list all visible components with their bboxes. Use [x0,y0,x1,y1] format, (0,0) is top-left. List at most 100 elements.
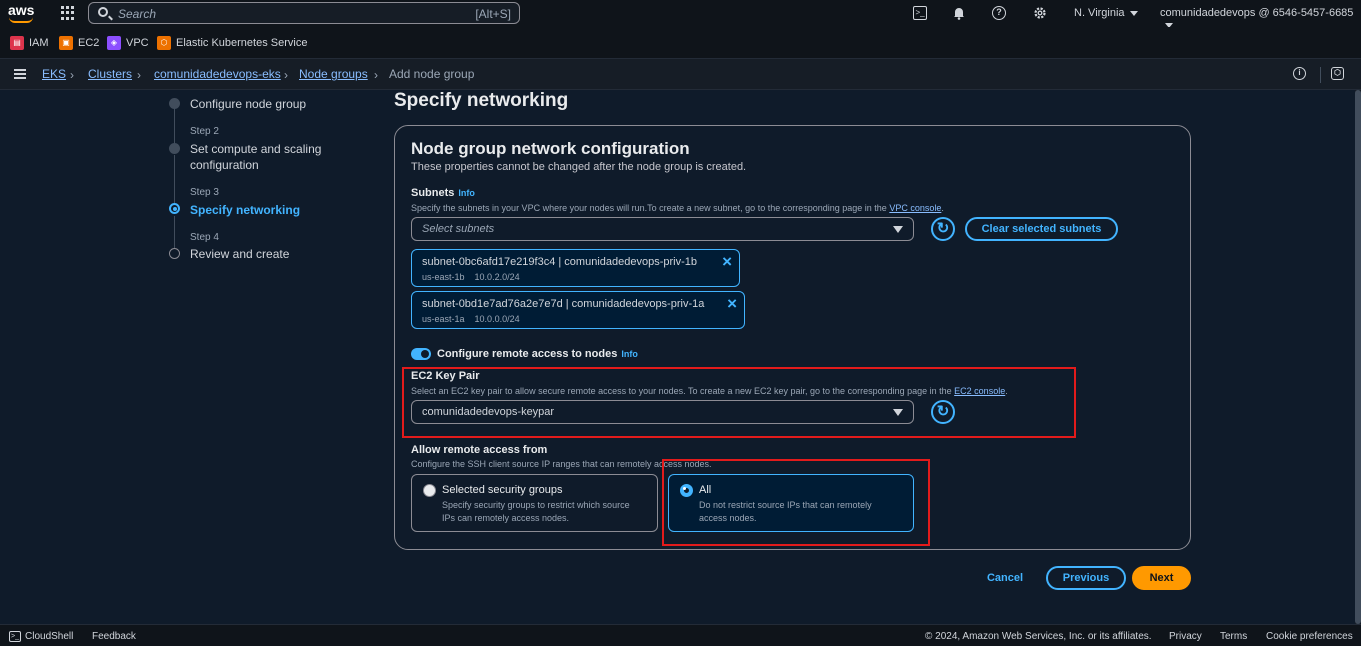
refresh-icon: ↻ [936,220,950,237]
chevron-right-icon: › [284,68,288,82]
close-icon[interactable]: × [722,252,732,272]
info-icon[interactable]: i [1293,67,1306,80]
menu-icon[interactable] [14,69,26,79]
scrollbar[interactable] [1355,90,1361,624]
remote-access-info-link[interactable]: Info [621,349,638,359]
favorite-iam[interactable]: ▤ IAM [10,36,49,50]
privacy-link[interactable]: Privacy [1169,631,1202,642]
subnets-description: Specify the subnets in your VPC where yo… [411,203,944,213]
subnet-details: us-east-1a 10.0.0.0/24 [422,314,520,324]
highlight-box [402,367,1076,438]
search-placeholder: Search [118,7,157,21]
chevron-down-icon [1129,10,1138,16]
copyright: © 2024, Amazon Web Services, Inc. or its… [925,631,1152,642]
option-description: Specify security groups to restrict whic… [442,500,630,523]
step-3-number: Step 3 [190,187,219,198]
subnets-label: Subnets Info [411,187,475,199]
selected-security-groups-option[interactable]: Selected security groups Specify securit… [411,474,658,532]
breadcrumb-eks[interactable]: EKS [42,67,66,81]
breadcrumb-current: Add node group [389,67,475,81]
cookie-preferences-link[interactable]: Cookie preferences [1266,631,1353,642]
radio-button[interactable] [423,484,436,497]
favorite-label: Elastic Kubernetes Service [176,37,308,49]
refresh-subnets-button[interactable]: ↻ [931,217,955,241]
feedback-link[interactable]: Feedback [92,631,136,642]
chevron-right-icon: › [137,68,141,82]
breadcrumb-clusters[interactable]: Clusters [88,67,132,81]
footer-bar: >_ CloudShell Feedback © 2024, Amazon We… [0,624,1361,646]
region-selector[interactable]: N. Virginia [1074,7,1138,19]
breadcrumb-cluster-name[interactable]: comunidadedevops-eks [154,67,281,81]
subnet-token: subnet-0bd1e7ad76a2e7e7d | comunidadedev… [411,291,745,329]
favorite-ec2[interactable]: ▣ EC2 [59,36,99,50]
step-4-title: Review and create [190,247,290,261]
chevron-right-icon: › [374,68,378,82]
breadcrumb: EKS › Clusters › comunidadedevops-eks › … [0,59,1361,90]
favorite-eks[interactable]: ⬡ Elastic Kubernetes Service [157,36,307,50]
aws-logo-text: aws [8,2,35,18]
subnets-select[interactable]: Select subnets [411,217,914,241]
terms-link[interactable]: Terms [1220,631,1247,642]
subnet-cidr: 10.0.0.0/24 [474,314,520,324]
clear-subnets-button[interactable]: Clear selected subnets [965,217,1118,241]
allow-access-label: Allow remote access from [411,444,548,456]
card-description: These properties cannot be changed after… [411,161,747,173]
eks-icon: ⬡ [157,36,171,50]
step-1-indicator [169,98,180,109]
divider [1320,67,1321,83]
card-title: Node group network configuration [411,139,690,158]
previous-button[interactable]: Previous [1046,566,1126,590]
step-4-indicator [169,248,180,259]
subnets-placeholder: Select subnets [422,223,495,235]
subnets-label-text: Subnets [411,187,455,199]
top-navigation-bar: aws Search [Alt+S] >_ ? N. Virginia comu… [0,0,1361,28]
services-menu-icon[interactable] [61,6,75,20]
cloudshell-link[interactable]: CloudShell [25,631,73,642]
settings-hex-icon[interactable]: ⬡ [1331,67,1344,80]
gear-icon[interactable] [1033,6,1047,20]
subnets-desc-text: Specify the subnets in your VPC where yo… [411,203,887,213]
step-1-title[interactable]: Configure node group [190,96,350,112]
step-2-title[interactable]: Set compute and scaling configuration [190,141,350,173]
favorite-label: IAM [29,37,49,49]
aws-logo[interactable]: aws [8,3,38,25]
region-label: N. Virginia [1074,7,1125,19]
subnet-details: us-east-1b 10.0.2.0/24 [422,272,520,282]
favorite-label: EC2 [78,37,100,49]
search-icon [98,7,108,17]
chevron-right-icon: › [70,68,74,82]
close-icon[interactable]: × [727,294,737,314]
search-input[interactable]: Search [Alt+S] [88,2,520,24]
next-button[interactable]: Next [1132,566,1191,590]
remote-access-label: Configure remote access to nodes Info [437,348,638,360]
subnets-info-link[interactable]: Info [458,188,475,198]
subnet-token: subnet-0bc6afd17e219f3c4 | comunidadedev… [411,249,740,287]
step-4-number: Step 4 [190,232,219,243]
step-2-indicator [169,143,180,154]
subnet-az: us-east-1b [422,272,465,282]
favorite-label: VPC [126,37,149,49]
vpc-console-link[interactable]: VPC console [889,203,941,213]
dropdown-caret-icon [893,226,903,233]
ec2-icon: ▣ [59,36,73,50]
search-shortcut: [Alt+S] [475,7,511,21]
iam-icon: ▤ [10,36,24,50]
cloudshell-icon[interactable]: >_ [9,631,21,642]
cloudshell-icon[interactable]: >_ [913,6,927,20]
option-title: Selected security groups [442,484,563,496]
cancel-button[interactable]: Cancel [979,566,1031,590]
period: . [941,203,944,213]
step-3-indicator [169,203,180,214]
subnet-cidr: 10.0.2.0/24 [474,272,520,282]
vpc-icon: ◈ [107,36,121,50]
account-label: comunidadedevops @ 6546-5457-6685 [1160,7,1354,19]
remote-access-toggle[interactable] [411,348,431,360]
subnet-name: subnet-0bd1e7ad76a2e7e7d | comunidadedev… [422,298,705,310]
breadcrumb-node-groups[interactable]: Node groups [299,67,368,81]
subnet-az: us-east-1a [422,314,465,324]
favorite-vpc[interactable]: ◈ VPC [107,36,149,50]
help-icon[interactable]: ? [992,6,1006,20]
bell-icon[interactable] [952,6,966,20]
step-3-title: Specify networking [190,203,301,217]
remote-access-label-text: Configure remote access to nodes [437,348,618,360]
